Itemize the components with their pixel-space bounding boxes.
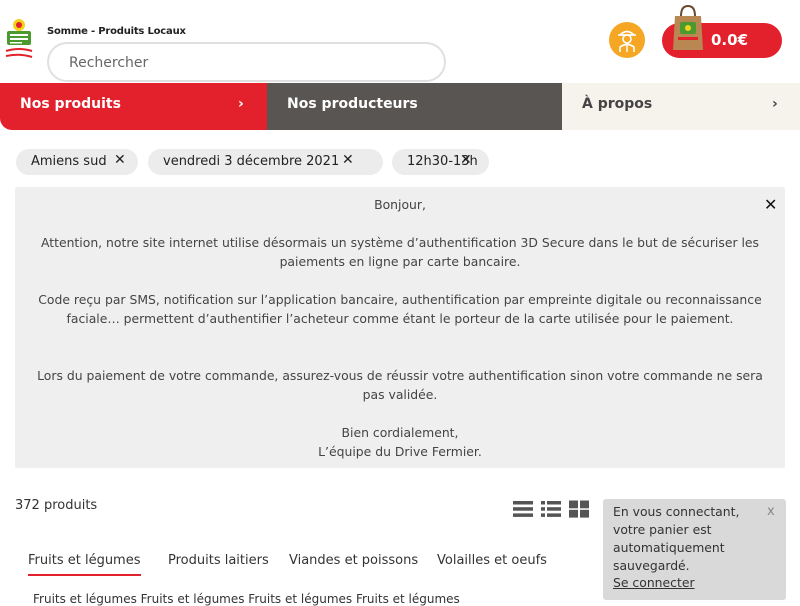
filter-chip-date[interactable]: vendredi 3 décembre 2021 ✕ <box>148 149 383 175</box>
login-link[interactable]: Se connecter <box>613 575 695 590</box>
compact-list-view-icon[interactable] <box>540 500 562 518</box>
close-icon[interactable]: ✕ <box>460 152 472 168</box>
notice-paragraph: Lors du paiement de votre commande, assu… <box>37 368 763 402</box>
main-navigation: Nos produits › Nos producteurs À propos … <box>0 83 800 130</box>
shopping-bag-icon[interactable] <box>671 4 705 52</box>
nav-a-propos[interactable]: À propos › <box>562 83 800 130</box>
farmer-avatar-icon <box>618 30 636 52</box>
chevron-right-icon: › <box>772 96 778 112</box>
tab-viandes-poissons[interactable]: Viandes et poissons <box>289 553 418 568</box>
tab-volailles-oeufs[interactable]: Volailles et oeufs <box>437 553 547 568</box>
notice-signature: L’équipe du Drive Fermier. <box>318 444 482 459</box>
notice-greeting: Bonjour, <box>374 197 426 212</box>
site-header: Somme - Produits Locaux 0.0€ <box>0 0 800 83</box>
security-notice: ✕ Bonjour, Attention, notre site interne… <box>15 187 785 468</box>
subcategory-row[interactable]: Fruits et légumes Fruits et légumes Frui… <box>33 592 460 606</box>
toast-message: En vous connectant, votre panier est aut… <box>613 504 740 573</box>
close-icon[interactable]: ✕ <box>114 152 126 168</box>
nav-item-label: Nos produits <box>20 96 121 112</box>
filter-chip-label: vendredi 3 décembre 2021 <box>163 154 340 169</box>
product-count: 372 produits <box>15 498 98 513</box>
search-box[interactable] <box>47 42 446 82</box>
nav-nos-produits[interactable]: Nos produits › <box>0 83 267 130</box>
filter-chip-label: Amiens sud <box>31 154 107 169</box>
account-button[interactable] <box>609 22 645 58</box>
view-switcher <box>510 500 595 520</box>
notice-paragraph: Code reçu par SMS, notification sur l’ap… <box>38 292 762 326</box>
search-input[interactable] <box>69 53 429 73</box>
filter-chip-time[interactable]: 12h30-13h ✕ <box>392 149 489 175</box>
notice-signature: Bien cordialement, <box>341 425 459 440</box>
store-title: Somme - Produits Locaux <box>47 26 186 37</box>
close-icon[interactable]: x <box>767 504 775 519</box>
tab-produits-laitiers[interactable]: Produits laitiers <box>168 553 269 568</box>
close-icon[interactable]: ✕ <box>342 152 354 168</box>
drive-fermier-logo[interactable] <box>4 18 34 62</box>
nav-item-label: À propos <box>582 96 653 112</box>
nav-item-label: Nos producteurs <box>287 96 418 112</box>
filter-chip-location[interactable]: Amiens sud ✕ <box>16 149 138 175</box>
chevron-right-icon: › <box>238 96 244 112</box>
nav-nos-producteurs[interactable]: Nos producteurs <box>267 83 562 130</box>
cart-amount: 0.0€ <box>711 31 749 49</box>
grid-view-icon[interactable] <box>568 500 590 518</box>
tab-fruits-legumes[interactable]: Fruits et légumes <box>28 553 141 576</box>
list-view-icon[interactable] <box>512 500 534 518</box>
notice-paragraph: Attention, notre site internet utilise d… <box>40 235 760 269</box>
login-toast: En vous connectant, votre panier est aut… <box>603 499 786 600</box>
